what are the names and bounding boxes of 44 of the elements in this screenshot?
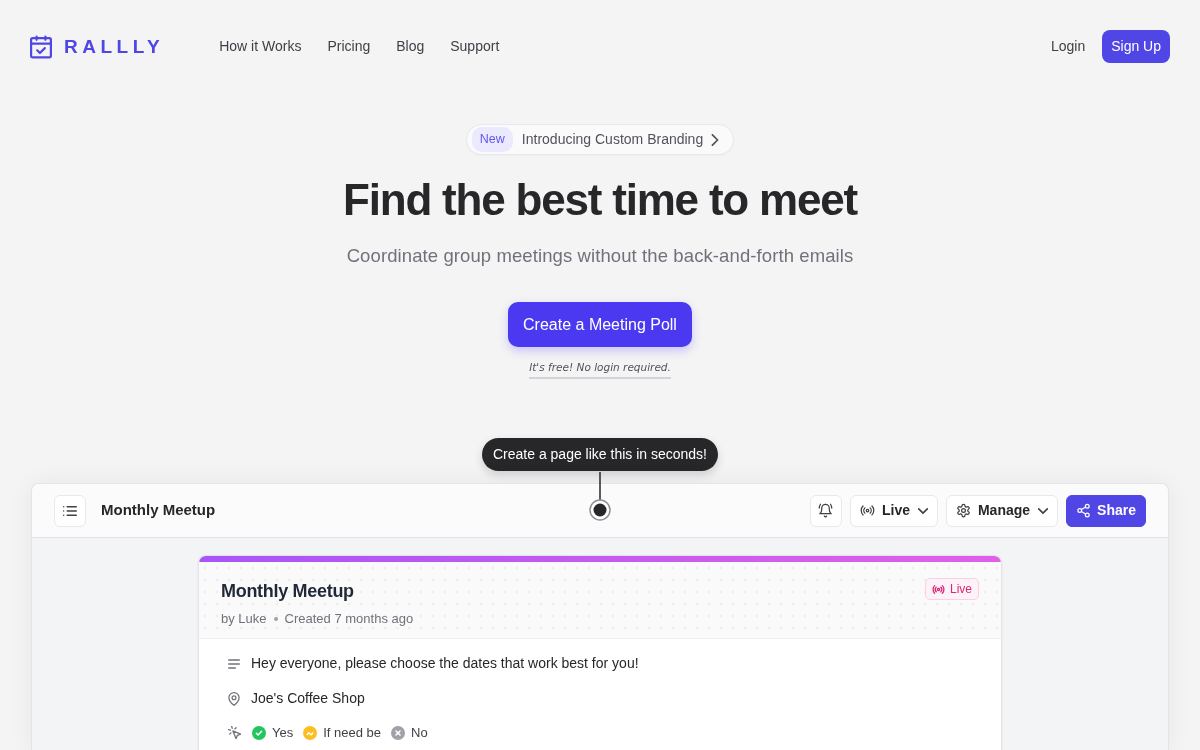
nav-link[interactable]: How it Works: [219, 36, 302, 57]
create-poll-button[interactable]: Create a Meeting Poll: [508, 302, 692, 347]
broadcast-icon: [859, 503, 875, 518]
chevron-right-icon: [711, 133, 720, 146]
calendar-check-icon: [30, 34, 52, 59]
announcement-text: Introducing Custom Branding: [521, 130, 704, 149]
brand-name[interactable]: RALLLY: [60, 37, 165, 56]
poll-created: Created 7 months ago: [284, 610, 414, 628]
map-pin-icon: [228, 691, 240, 706]
page-title: Monthly Meetup: [101, 500, 216, 521]
chevron-down-icon: [917, 507, 928, 514]
nav-link[interactable]: Support: [450, 36, 500, 57]
new-badge: New: [471, 127, 513, 152]
tooltip: Create a page like this in seconds!: [482, 438, 718, 471]
settings-icon: [955, 503, 971, 518]
share-icon: [1076, 503, 1092, 518]
menu-icon: [63, 504, 77, 517]
poll-location: Joe's Coffee Shop: [251, 689, 365, 708]
dropdown-button[interactable]: Manage: [945, 494, 1059, 527]
dropdown-button[interactable]: Live: [849, 494, 938, 527]
legend-label: Yes: [272, 724, 294, 742]
free-note: It's free! No login required.: [529, 360, 671, 379]
nav-link[interactable]: Pricing: [327, 36, 371, 57]
login-link[interactable]: Login: [1050, 36, 1086, 57]
poll-author: by Luke: [221, 610, 267, 628]
poll-title: Monthly Meetup: [221, 580, 355, 603]
chevron-down-icon: [1038, 507, 1049, 514]
broadcast-icon: [932, 582, 945, 596]
sign-up-button[interactable]: Sign Up: [1102, 30, 1170, 63]
pointer-click-icon: [228, 726, 241, 740]
legend-label: If need be: [323, 724, 382, 742]
share-button[interactable]: Share: [1066, 494, 1146, 527]
nav-link[interactable]: Blog: [396, 36, 425, 57]
subheadline: Coordinate group meetings without the back-and-forth emails: [346, 244, 854, 268]
notifications-button[interactable]: [809, 494, 842, 527]
headline: Find the best time to meet: [343, 174, 857, 226]
poll-description: Hey everyone, please choose the dates that work best for you!: [251, 654, 639, 673]
status-badge: Live: [925, 578, 979, 600]
legend-label: No: [411, 724, 428, 742]
separator-dot-icon: [273, 616, 278, 621]
announcement-link[interactable]: New Introducing Custom Branding: [465, 124, 735, 155]
text-lines-icon: [228, 658, 240, 669]
bell-icon: [818, 503, 834, 518]
menu-button[interactable]: [54, 494, 86, 527]
